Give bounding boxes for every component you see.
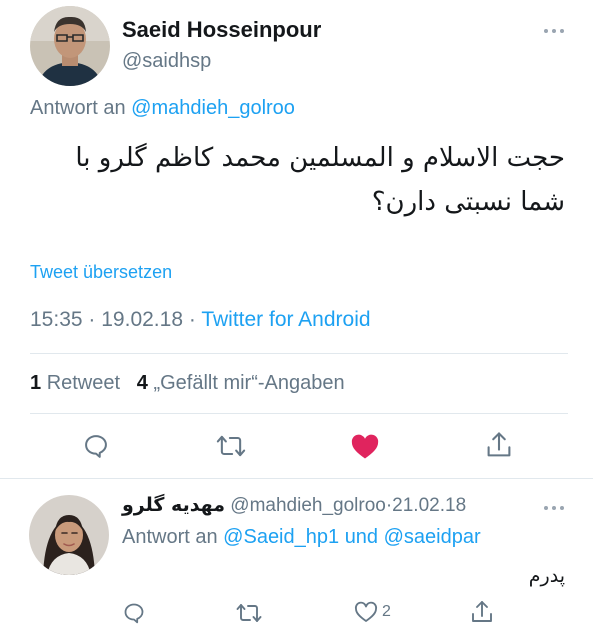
like-button[interactable] xyxy=(350,432,380,460)
retweet-button[interactable] xyxy=(215,432,247,460)
divider xyxy=(30,353,568,354)
tweet-date: 19.02.18 xyxy=(101,308,183,331)
tweet-time: 15:35 xyxy=(30,308,83,331)
more-icon[interactable] xyxy=(544,29,564,33)
reply-mention-1[interactable]: @Saeid_hp1 xyxy=(223,526,339,548)
like-count: 4 xyxy=(136,372,148,394)
reply-text: پدرم xyxy=(528,565,565,587)
reply-author-avatar[interactable] xyxy=(29,495,109,575)
retweet-label: Retweet xyxy=(46,372,121,394)
reply-like-count: 2 xyxy=(382,603,391,620)
reply-author-handle[interactable]: @mahdieh_golroo xyxy=(230,495,386,516)
author-avatar[interactable] xyxy=(30,6,110,86)
reply-icon xyxy=(124,603,144,624)
reply-conjunction: und xyxy=(344,526,379,548)
tweet-text-line1: حجت الاسلام و المسلمین محمد کاظم گلرو با xyxy=(75,143,565,173)
tweet-text-line2: شما نسبتی دارن؟ xyxy=(371,187,565,217)
reply-retweet-button[interactable] xyxy=(235,601,263,625)
like-stat[interactable]: 4 „Gefällt mir“-Angaben xyxy=(137,372,345,394)
like-label: „Gefällt mir“-Angaben xyxy=(153,372,345,394)
retweet-icon xyxy=(216,435,246,457)
reply-header: مهدیه گلرو @mahdieh_golroo·21.02.18 xyxy=(122,494,466,517)
tweet-stats: 1 Retweet 4 „Gefällt mir“-Angaben xyxy=(30,372,345,395)
avatar-photo xyxy=(30,6,110,86)
reply-like-button[interactable]: 2 xyxy=(354,601,391,623)
author-name[interactable]: Saeid Hosseinpour xyxy=(122,17,321,43)
reply-more-icon[interactable] xyxy=(544,506,564,510)
divider xyxy=(0,478,593,479)
reply-author-name[interactable]: مهدیه گلرو xyxy=(122,494,225,516)
tweet-source[interactable]: Twitter for Android xyxy=(201,308,370,331)
share-icon xyxy=(487,432,511,457)
divider xyxy=(30,413,568,414)
reply-icon xyxy=(85,435,107,458)
meta-separator: · xyxy=(88,308,96,331)
author-handle[interactable]: @saidhsp xyxy=(122,50,211,73)
retweet-stat[interactable]: 1 Retweet xyxy=(30,372,126,394)
reply-date: 21.02.18 xyxy=(392,495,467,516)
share-icon xyxy=(472,601,492,622)
reply-share-button[interactable] xyxy=(470,599,494,625)
reply-prefix: Antwort an xyxy=(30,97,126,119)
share-button[interactable] xyxy=(485,430,513,460)
reply-reply-button[interactable] xyxy=(122,601,146,625)
tweet-text: حجت الاسلام و المسلمین محمد کاظم گلرو با… xyxy=(25,136,565,224)
reply-button[interactable] xyxy=(82,432,110,460)
retweet-icon xyxy=(236,604,262,622)
avatar-photo xyxy=(29,495,109,575)
like-icon xyxy=(354,601,378,622)
retweet-count: 1 xyxy=(30,372,42,394)
reply-context: Antwort an @mahdieh_golroo xyxy=(30,97,295,120)
reply-to-mention[interactable]: @mahdieh_golroo xyxy=(131,97,295,119)
reply-context: Antwort an @Saeid_hp1 und @saeidpar xyxy=(122,526,481,549)
tweet-meta: 15:35 · 19.02.18 · Twitter for Android xyxy=(30,308,371,332)
reply-mention-2[interactable]: @saeidpar xyxy=(384,526,481,548)
like-icon xyxy=(351,434,379,459)
meta-separator: · xyxy=(188,308,196,331)
translate-link[interactable]: Tweet übersetzen xyxy=(30,262,172,283)
reply-prefix: Antwort an xyxy=(122,526,218,548)
